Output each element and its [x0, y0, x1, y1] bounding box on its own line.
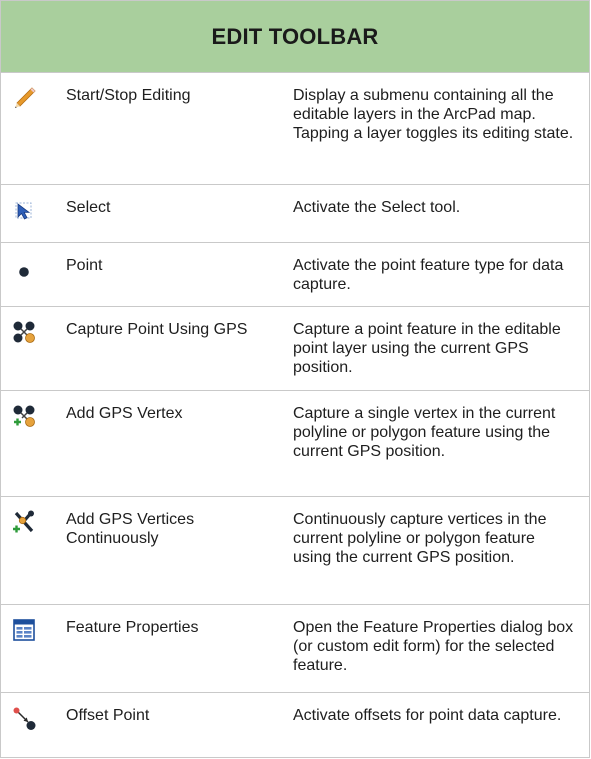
table-row-point: Point Activate the point feature type fo… — [1, 243, 589, 307]
table-row-offset-point: Offset Point Activate offsets for point … — [1, 693, 589, 759]
table-header: EDIT TOOLBAR — [1, 1, 589, 73]
tool-name: Offset Point — [66, 707, 150, 724]
table-row-add-gps-vertex: Add GPS Vertex Capture a single vertex i… — [1, 391, 589, 497]
tool-description: Capture a point feature in the editable … — [293, 321, 561, 376]
pencil-icon — [11, 85, 37, 111]
tool-name: Start/Stop Editing — [66, 87, 191, 104]
tool-description: Display a submenu containing all the edi… — [293, 87, 574, 142]
table-row-select: Select Activate the Select tool. — [1, 185, 589, 243]
gps-vertex-icon — [11, 403, 37, 429]
tool-description: Activate the Select tool. — [293, 199, 461, 216]
table-row-feature-properties: Feature Properties Open the Feature Prop… — [1, 605, 589, 693]
tool-description: Capture a single vertex in the current p… — [293, 405, 556, 460]
tool-description: Open the Feature Properties dialog box (… — [293, 619, 574, 674]
tool-description: Continuously capture vertices in the cur… — [293, 511, 547, 566]
tool-name: Add GPS Vertices Continuously — [66, 511, 195, 547]
gps-point-icon — [11, 319, 37, 345]
gps-vertices-continuous-icon — [11, 509, 37, 535]
select-arrow-icon — [11, 197, 37, 223]
tool-name: Feature Properties — [66, 619, 199, 636]
table-row-add-gps-vertices-continuously: Add GPS Vertices Continuously Continuous… — [1, 497, 589, 605]
tool-description: Activate offsets for point data capture. — [293, 707, 562, 724]
edit-toolbar-table: EDIT TOOLBAR Start/Stop Editing Display … — [0, 0, 590, 758]
tool-name: Point — [66, 257, 103, 274]
table-row-start-stop-editing: Start/Stop Editing Display a submenu con… — [1, 73, 589, 185]
offset-point-icon — [11, 705, 37, 731]
tool-name: Add GPS Vertex — [66, 405, 183, 422]
tool-name: Select — [66, 199, 111, 216]
table-title: EDIT TOOLBAR — [211, 23, 379, 49]
tool-name: Capture Point Using GPS — [66, 321, 248, 338]
tool-description: Activate the point feature type for data… — [293, 257, 564, 293]
table-row-capture-point-gps: Capture Point Using GPS Capture a point … — [1, 307, 589, 391]
point-icon — [11, 255, 37, 281]
feature-properties-icon — [11, 617, 37, 643]
